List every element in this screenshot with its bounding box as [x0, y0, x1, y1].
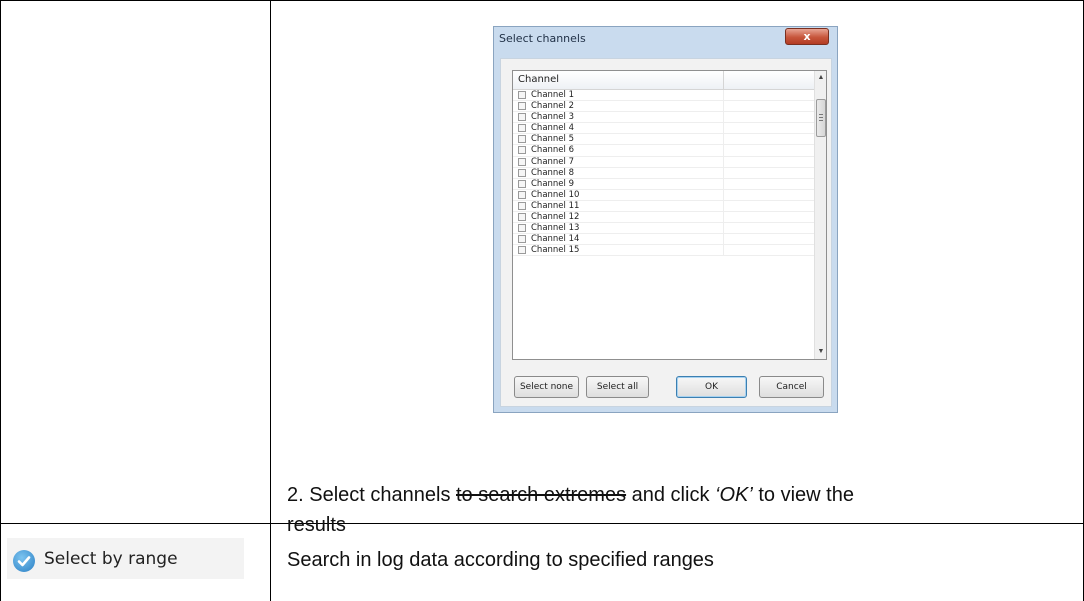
- list-item[interactable]: Channel 4: [513, 123, 816, 135]
- row-divider: [723, 245, 724, 256]
- channel-checkbox[interactable]: [518, 235, 526, 244]
- channel-rows: Channel 1 Channel 2 Channel 3 Channel 4 Chan…: [513, 90, 816, 359]
- list-item[interactable]: Channel 13: [513, 223, 816, 235]
- channel-label: Channel 13: [531, 223, 580, 234]
- channel-checkbox[interactable]: [518, 124, 526, 133]
- row-divider: [723, 112, 724, 123]
- channel-label: Channel 14: [531, 234, 580, 245]
- row-divider: [723, 178, 724, 189]
- column-separator: [723, 71, 724, 90]
- row-divider: [723, 189, 724, 200]
- channel-list: Channel Channel 1 Channel 2 Channel 3 Chann…: [512, 70, 827, 360]
- list-item[interactable]: Channel 5: [513, 134, 816, 146]
- channel-checkbox[interactable]: [518, 102, 526, 111]
- list-item[interactable]: Channel 1: [513, 90, 816, 102]
- list-item[interactable]: Channel 7: [513, 156, 816, 168]
- row-divider: [723, 156, 724, 167]
- list-item[interactable]: Channel 6: [513, 145, 816, 157]
- channel-checkbox[interactable]: [518, 246, 526, 255]
- close-button[interactable]: x: [785, 28, 829, 45]
- step-2-instruction: 2. Select channels to search extremes an…: [287, 480, 887, 540]
- table-column-divider: [270, 0, 271, 601]
- select-none-button[interactable]: Select none: [514, 376, 579, 398]
- column-header-channel: Channel: [518, 74, 560, 85]
- list-item[interactable]: Channel 11: [513, 200, 816, 213]
- channel-label: Channel 12: [531, 212, 580, 223]
- cancel-button[interactable]: Cancel: [759, 376, 824, 398]
- channel-checkbox[interactable]: [518, 168, 526, 177]
- channel-label: Channel 9: [531, 178, 575, 189]
- list-item[interactable]: Channel 3: [513, 112, 816, 124]
- scroll-down-arrow-icon[interactable]: ▼: [816, 346, 826, 358]
- row-divider: [723, 223, 724, 234]
- channel-checkbox[interactable]: [518, 113, 526, 122]
- dialog-title: Select channels: [499, 32, 586, 45]
- scrollbar[interactable]: ▲ ▼: [814, 71, 826, 359]
- channel-checkbox[interactable]: [518, 190, 526, 199]
- scroll-thumb[interactable]: [816, 99, 826, 137]
- channel-label: Channel 8: [531, 167, 575, 178]
- step-text-prefix: 2. Select channels: [287, 484, 456, 506]
- scroll-up-arrow-icon[interactable]: ▲: [816, 72, 826, 84]
- channel-checkbox[interactable]: [518, 213, 526, 222]
- channel-checkbox[interactable]: [518, 146, 526, 155]
- list-item[interactable]: Channel 14: [513, 234, 816, 246]
- channel-label: Channel 10: [531, 189, 580, 200]
- row-divider: [723, 123, 724, 134]
- step-text-strikethrough: to search extremes: [456, 484, 627, 506]
- row-divider: [723, 134, 724, 145]
- channel-checkbox[interactable]: [518, 135, 526, 144]
- channel-checkbox[interactable]: [518, 224, 526, 233]
- list-item[interactable]: Channel 12: [513, 212, 816, 224]
- channel-label: Channel 6: [531, 145, 575, 156]
- grip-line: [819, 120, 823, 121]
- table-border-left: [0, 0, 1, 601]
- channel-label: Channel 4: [531, 123, 575, 134]
- channel-label: Channel 2: [531, 101, 575, 112]
- ok-button[interactable]: OK: [676, 376, 747, 398]
- select-channels-dialog: Select channels x Channel Channel 1 Chann…: [493, 26, 838, 413]
- table-border-top: [0, 0, 1084, 1]
- channel-label: Channel 5: [531, 134, 575, 145]
- grip-line: [819, 117, 823, 118]
- step-text-middle: and click: [626, 484, 716, 506]
- select-all-button[interactable]: Select all: [586, 376, 649, 398]
- list-item[interactable]: Channel 8: [513, 167, 816, 179]
- select-by-range-label: Select by range: [44, 549, 178, 569]
- row-divider: [723, 212, 724, 223]
- row-divider: [723, 90, 724, 101]
- row-divider: [723, 234, 724, 245]
- list-item[interactable]: Channel 9: [513, 178, 816, 190]
- dialog-body: Channel Channel 1 Channel 2 Channel 3 Chann…: [500, 58, 832, 407]
- select-by-range-description: Search in log data according to specifie…: [287, 549, 714, 571]
- channel-checkbox[interactable]: [518, 179, 526, 188]
- channel-label: Channel 15: [531, 245, 580, 256]
- channel-label: Channel 3: [531, 112, 575, 123]
- channel-checkbox[interactable]: [518, 201, 526, 210]
- grip-line: [819, 114, 823, 115]
- step-text-ok: ‘OK’: [715, 484, 753, 506]
- list-item[interactable]: Channel 10: [513, 189, 816, 201]
- list-item[interactable]: Channel 2: [513, 101, 816, 113]
- row-divider: [723, 145, 724, 156]
- channel-label: Channel 7: [531, 156, 575, 167]
- row-divider: [723, 101, 724, 112]
- channel-checkbox[interactable]: [518, 91, 526, 99]
- channel-checkbox[interactable]: [518, 157, 526, 166]
- channel-label: Channel 11: [531, 200, 580, 211]
- checkmark-circle-icon: [13, 550, 35, 572]
- list-header: Channel: [513, 71, 816, 90]
- channel-label: Channel 1: [531, 90, 575, 100]
- row-divider: [723, 200, 724, 212]
- row-divider: [723, 167, 724, 178]
- list-item[interactable]: Channel 15: [513, 245, 816, 257]
